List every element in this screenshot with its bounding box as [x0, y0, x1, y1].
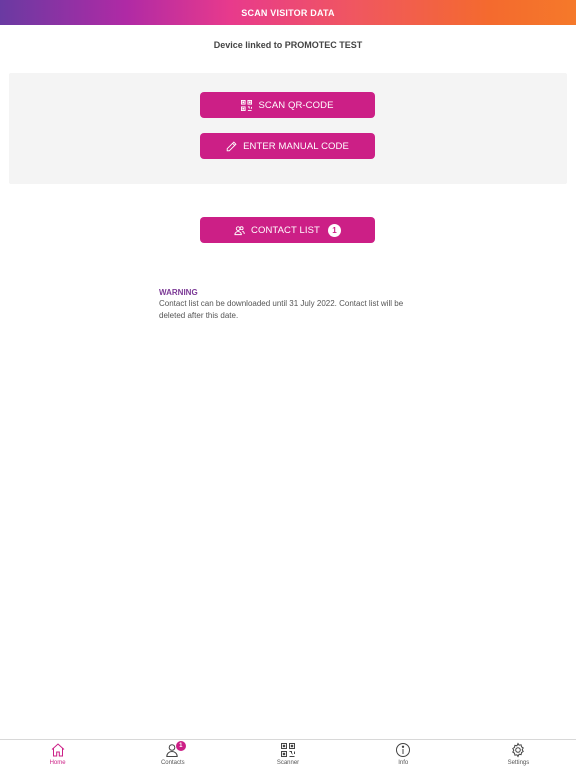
contact-list-button[interactable]: CONTACT LIST 1	[200, 217, 375, 243]
tab-settings[interactable]: Settings	[461, 740, 576, 768]
scan-qr-label: SCAN QR-CODE	[258, 99, 334, 111]
bottom-tab-bar: Home 1 Contacts Scanner Info Settings	[0, 739, 576, 768]
qr-icon	[281, 743, 295, 757]
home-icon	[51, 743, 64, 757]
contacts-tab-badge: 1	[175, 741, 186, 751]
contact-count-badge: 1	[327, 223, 341, 237]
app-header: SCAN VISITOR DATA	[0, 0, 576, 25]
scan-qr-button[interactable]: SCAN QR-CODE	[200, 92, 375, 118]
scan-actions-panel	[9, 73, 567, 184]
tab-contacts-label: Contacts	[160, 760, 185, 766]
warning-box: WARNING Contact list can be downloaded u…	[159, 288, 429, 321]
enter-manual-code-label: ENTER MANUAL CODE	[243, 140, 349, 152]
header-title: SCAN VISITOR DATA	[241, 7, 335, 18]
tab-info-label: Info	[398, 760, 409, 766]
tab-scanner-label: Scanner	[276, 760, 300, 766]
tab-info[interactable]: Info	[346, 740, 461, 768]
tab-home-label: Home	[49, 760, 66, 766]
gear-icon	[512, 742, 525, 758]
tab-home[interactable]: Home	[0, 740, 115, 768]
qr-code-icon	[241, 99, 253, 111]
device-link-text: Device linked to PROMOTEC TEST	[213, 40, 363, 50]
tab-contacts[interactable]: 1 Contacts	[115, 740, 230, 768]
pencil-icon	[226, 140, 237, 151]
warning-title: WARNING	[159, 288, 198, 297]
tab-settings-label: Settings	[507, 760, 530, 766]
warning-text: Contact list can be downloaded until 31 …	[159, 299, 404, 320]
users-icon	[234, 225, 245, 235]
enter-manual-code-button[interactable]: ENTER MANUAL CODE	[200, 133, 375, 159]
contact-list-label: CONTACT LIST	[251, 224, 320, 236]
info-icon	[396, 743, 411, 757]
tab-scanner[interactable]: Scanner	[230, 740, 345, 768]
